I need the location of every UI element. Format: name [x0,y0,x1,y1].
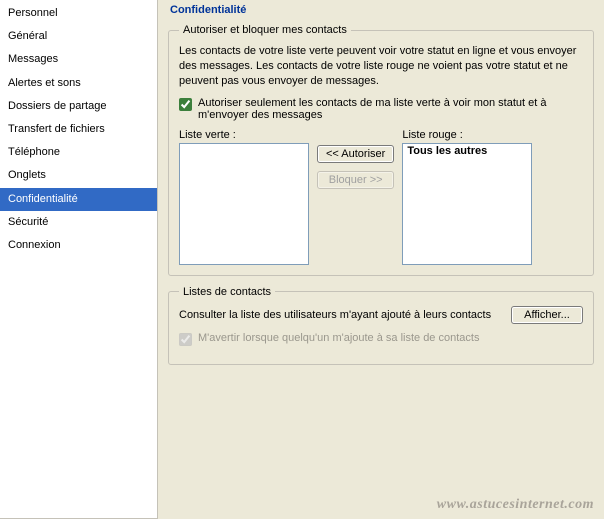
sidebar-item-dossiers[interactable]: Dossiers de partage [0,95,157,118]
notify-checkbox [179,333,192,346]
content-panel: Confidentialité Autoriser et bloquer mes… [158,0,604,519]
block-button[interactable]: Bloquer >> [317,171,394,189]
allow-block-legend: Autoriser et bloquer mes contacts [179,24,351,36]
red-listbox[interactable]: Tous les autres [402,143,532,265]
sidebar-item-onglets[interactable]: Onglets [0,164,157,187]
sidebar-item-securite[interactable]: Sécurité [0,211,157,234]
only-green-label: Autoriser seulement les contacts de ma l… [198,97,583,121]
sidebar-item-alertes[interactable]: Alertes et sons [0,72,157,95]
consult-text: Consulter la liste des utilisateurs m'ay… [179,309,491,321]
page-title: Confidentialité [170,4,594,16]
sidebar-item-telephone[interactable]: Téléphone [0,141,157,164]
sidebar-item-messages[interactable]: Messages [0,48,157,71]
list-item[interactable]: Tous les autres [405,145,529,157]
red-list-label: Liste rouge : [402,129,532,141]
only-green-checkbox[interactable] [179,98,192,111]
authorize-button[interactable]: << Autoriser [317,145,394,163]
sidebar-item-confidentialite[interactable]: Confidentialité [0,188,157,211]
notify-label: M'avertir lorsque quelqu'un m'ajoute à s… [198,332,479,344]
sidebar-item-personnel[interactable]: Personnel [0,2,157,25]
settings-sidebar: Personnel Général Messages Alertes et so… [0,0,158,519]
contacts-legend: Listes de contacts [179,286,275,298]
allow-block-group: Autoriser et bloquer mes contacts Les co… [168,24,594,276]
show-button[interactable]: Afficher... [511,306,583,324]
green-list-label: Liste verte : [179,129,309,141]
sidebar-item-connexion[interactable]: Connexion [0,234,157,257]
green-listbox[interactable] [179,143,309,265]
sidebar-item-transfert[interactable]: Transfert de fichiers [0,118,157,141]
watermark: www.astucesinternet.com [437,497,594,513]
sidebar-item-general[interactable]: Général [0,25,157,48]
contacts-group: Listes de contacts Consulter la liste de… [168,286,594,365]
allow-block-description: Les contacts de votre liste verte peuven… [179,44,583,89]
